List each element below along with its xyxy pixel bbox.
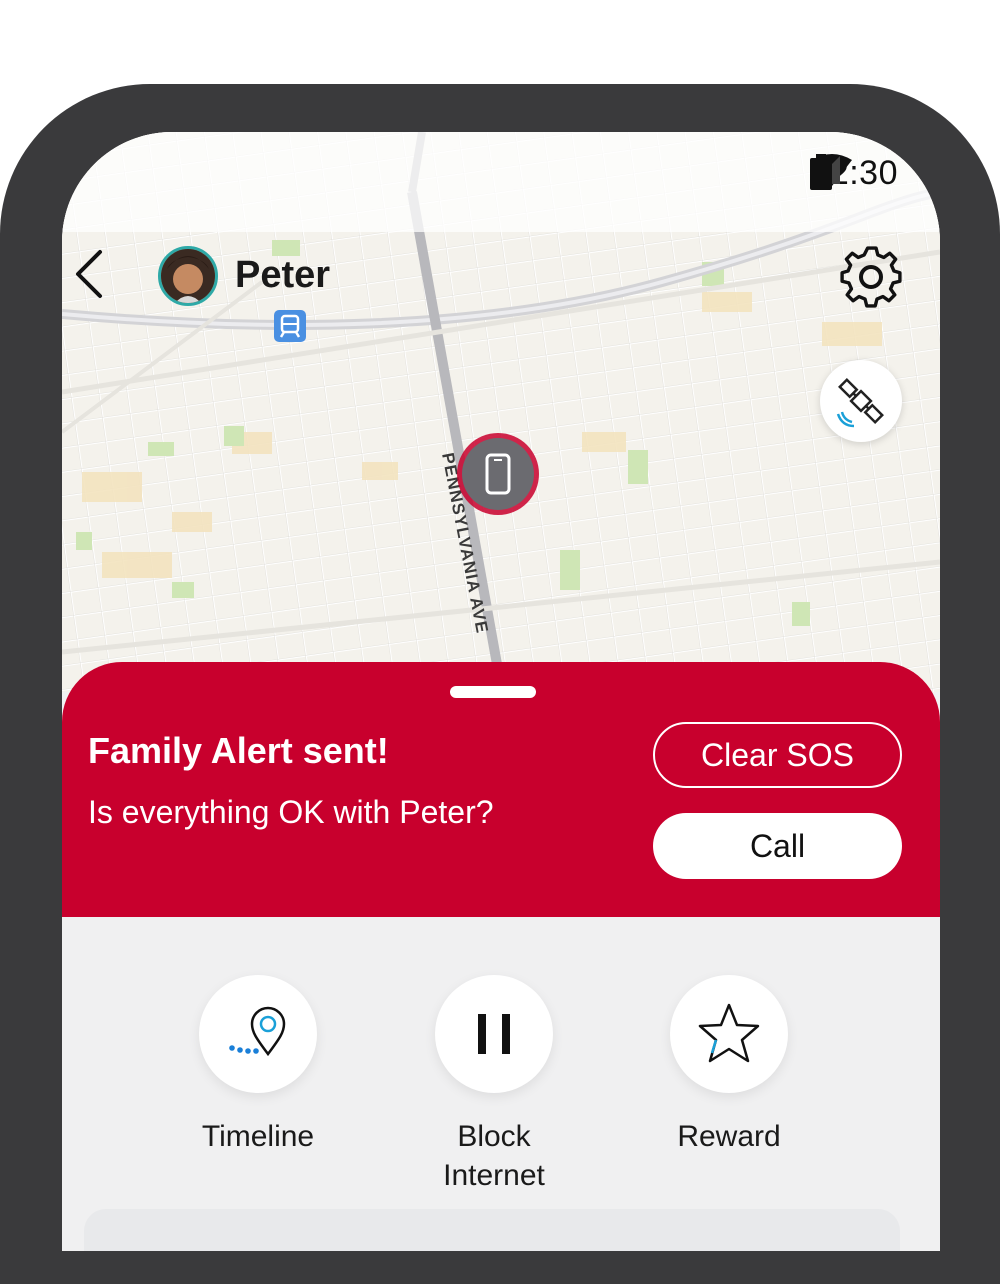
block-internet-label: Block Internet [443,1120,545,1192]
device-marker-graphic [457,433,539,515]
app-screen: PENNSYLVANIA AVE 12:30 Peter Family Aler… [62,132,940,1251]
back-button[interactable] [66,244,114,304]
clear-sos-button[interactable]: Clear SOS [653,722,902,788]
status-bar: 12:30 [810,154,898,193]
chevron-left-icon [76,250,102,298]
alert-title: Family Alert sent! [88,730,389,771]
satellite-icon [836,378,884,428]
block-internet-action[interactable]: Block Internet [374,975,614,1195]
pause-icon [478,1014,510,1054]
child-name: Peter [235,254,331,296]
call-button[interactable]: Call [653,813,902,879]
location-pin-icon [229,1006,286,1057]
map-view[interactable]: PENNSYLVANIA AVE 12:30 Peter [62,132,940,692]
satellite-view-button[interactable] [820,360,902,442]
alert-message: Is everything OK with Peter? [88,794,494,830]
transit-marker[interactable] [274,310,306,342]
train-icon [274,310,306,342]
block-internet-button[interactable] [435,975,553,1093]
timeline-label: Timeline [201,1120,315,1153]
sos-alert-panel: Family Alert sent! Is everything OK with… [62,662,940,917]
reward-label: Reward [677,1120,781,1153]
battery-icon [810,154,833,190]
avatar[interactable] [158,246,218,306]
bottom-card[interactable] [84,1209,900,1251]
device-location-marker[interactable] [454,430,542,518]
gear-icon [840,246,902,308]
drag-handle[interactable] [450,686,536,698]
map-canvas: PENNSYLVANIA AVE [62,132,940,692]
reward-action[interactable]: Reward [609,975,849,1156]
timeline-button[interactable] [199,975,317,1093]
settings-button[interactable] [836,242,906,312]
timeline-action[interactable]: Timeline [138,975,378,1156]
star-icon [698,1003,760,1063]
quick-actions: Timeline Block Internet Reward [62,917,940,1251]
avatar-image [161,249,215,303]
reward-button[interactable] [670,975,788,1093]
